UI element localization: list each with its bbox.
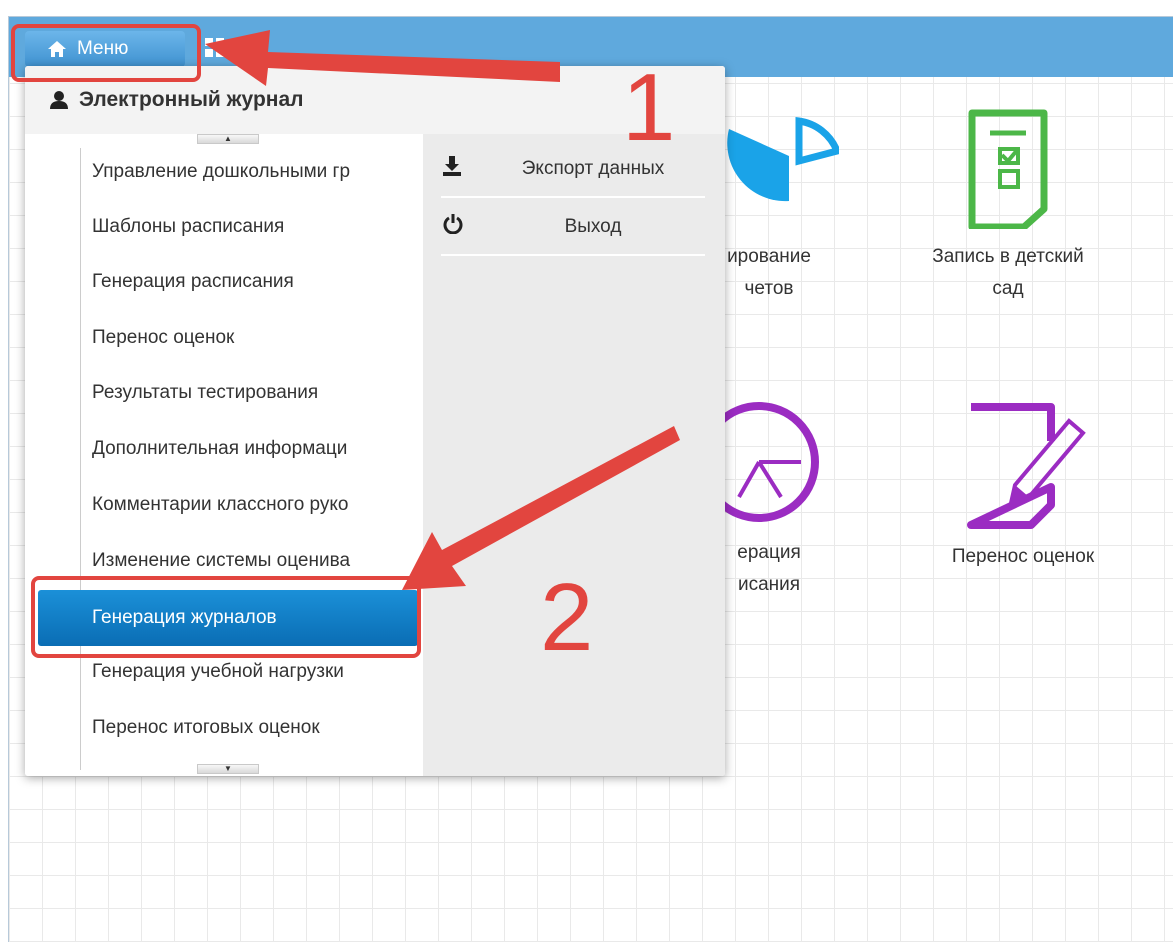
annotation-number-1: 1 xyxy=(622,54,676,161)
export-data-label: Экспорт данных xyxy=(521,158,665,179)
tile-grade-transfer-label: Перенос оценок xyxy=(951,546,1095,567)
tile-kindergarten-line2: сад xyxy=(992,278,1024,299)
download-icon xyxy=(443,156,461,176)
power-icon xyxy=(443,214,463,234)
menu-item-grade-transfer[interactable]: Перенос оценок xyxy=(92,312,423,364)
menu-item-final-grade-transfer[interactable]: Перенос итоговых оценок xyxy=(92,702,423,754)
menu-item-label: Результаты тестирования xyxy=(92,382,319,403)
annotation-number-2: 2 xyxy=(540,564,594,671)
menu-item-schedule-generation[interactable]: Генерация расписания xyxy=(92,256,423,308)
menu-actions-panel: Экспорт данных Выход xyxy=(423,134,725,776)
logout-label: Выход xyxy=(564,216,622,237)
menu-tree-line xyxy=(80,148,81,770)
menu-item-label: Дополнительная информаци xyxy=(92,438,348,459)
menu-list: ▲ Управление дошкольными гр Шаблоны расп… xyxy=(25,134,423,776)
edit-document-icon xyxy=(967,403,1086,529)
menu-item-additional-info[interactable]: Дополнительная информаци xyxy=(92,423,423,475)
scroll-down-button[interactable]: ▼ xyxy=(197,764,259,774)
tile-kindergarten[interactable]: Запись в детский сад xyxy=(913,109,1103,305)
annotation-box-journal-generation xyxy=(31,576,421,658)
grid-icon[interactable] xyxy=(205,38,225,58)
divider xyxy=(441,254,705,256)
menu-item-label: Комментарии классного руко xyxy=(92,494,349,515)
menu-item-preschool-groups[interactable]: Управление дошкольными гр xyxy=(92,146,423,198)
dropdown-header-title: Электронный журнал xyxy=(79,88,304,111)
checklist-document-icon xyxy=(968,109,1048,229)
main-menu-dropdown: Электронный журнал ▲ Управление дошкольн… xyxy=(25,66,725,776)
menu-item-label: Изменение системы оценива xyxy=(92,550,351,571)
divider xyxy=(441,196,705,198)
annotation-box-menu xyxy=(11,24,201,82)
logout-item[interactable]: Выход xyxy=(441,202,705,262)
menu-item-label: Генерация учебной нагрузки xyxy=(92,661,344,682)
menu-item-label: Генерация расписания xyxy=(92,271,294,292)
menu-item-label: Перенос итоговых оценок xyxy=(92,717,320,738)
menu-item-label: Перенос оценок xyxy=(92,327,235,348)
pie-chart-icon xyxy=(727,116,839,202)
scroll-up-button[interactable]: ▲ xyxy=(197,134,259,144)
tile-kindergarten-line1: Запись в детский xyxy=(932,246,1084,267)
tile-grade-transfer[interactable]: Перенос оценок xyxy=(913,401,1133,573)
menu-item-schedule-templates[interactable]: Шаблоны расписания xyxy=(92,201,423,253)
menu-item-teacher-comments[interactable]: Комментарии классного руко xyxy=(92,479,423,531)
menu-item-label: Управление дошкольными гр xyxy=(92,161,351,182)
menu-item-test-results[interactable]: Результаты тестирования xyxy=(92,367,423,419)
user-icon xyxy=(50,91,68,109)
menu-item-label: Шаблоны расписания xyxy=(92,216,285,237)
